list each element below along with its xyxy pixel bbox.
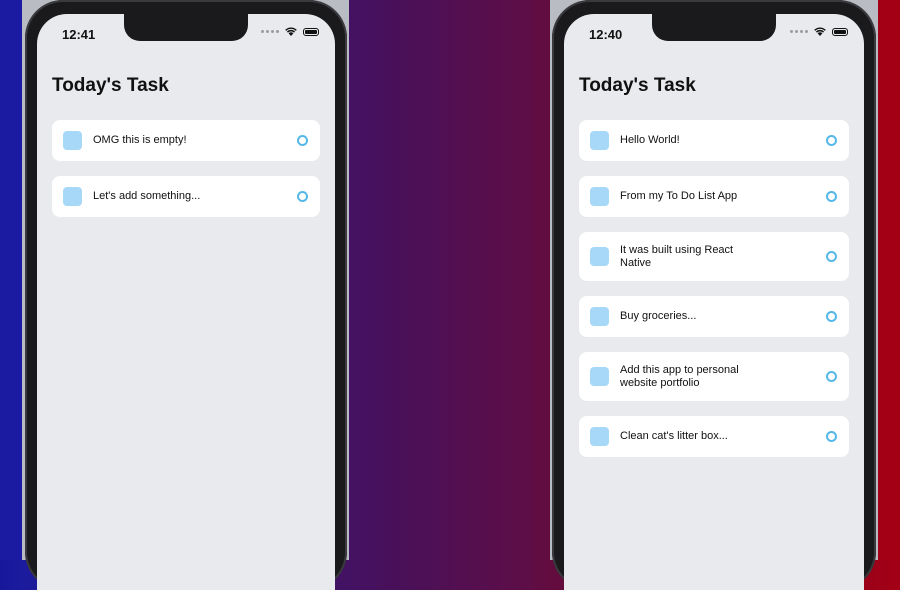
task-item[interactable]: From my To Do List App [579,176,849,217]
task-text: Add this app to personal website portfol… [620,363,739,389]
phone-frame-right: 12:40 Today's Task Hello World! From my … [552,0,876,590]
status-time: 12:41 [62,27,96,42]
task-text: From my To Do List App [620,190,738,202]
task-circle-icon[interactable] [826,371,837,382]
status-time: 12:40 [589,27,623,42]
task-circle-icon[interactable] [826,311,837,322]
phone-screen: 12:40 Today's Task Hello World! From my … [564,14,864,590]
task-item[interactable]: Buy groceries... [579,296,849,337]
wifi-icon [285,27,297,36]
background-strip-left [0,0,22,560]
task-circle-icon[interactable] [297,135,308,146]
phone-notch [124,14,248,41]
task-item[interactable]: Hello World! [579,120,849,161]
task-square-icon[interactable] [590,307,609,326]
task-square-icon[interactable] [63,131,82,150]
background-strip-right [878,0,900,560]
battery-icon [303,27,319,36]
task-square-icon[interactable] [63,187,82,206]
signal-icon [790,30,808,33]
task-circle-icon[interactable] [826,431,837,442]
task-text: It was built using React Native [620,243,734,269]
task-item[interactable]: Clean cat's litter box... [579,416,849,457]
task-item[interactable]: Let's add something... [52,176,320,217]
status-icons [790,27,848,36]
task-circle-icon[interactable] [826,191,837,202]
task-text: Let's add something... [93,190,201,202]
page-title: Today's Task [52,75,169,96]
task-list: Hello World! From my To Do List App It w… [579,120,849,472]
task-item[interactable]: It was built using React Native [579,232,849,281]
task-circle-icon[interactable] [297,191,308,202]
task-square-icon[interactable] [590,367,609,386]
signal-icon [261,30,279,33]
task-square-icon[interactable] [590,187,609,206]
task-circle-icon[interactable] [826,251,837,262]
phone-frame-left: 12:41 Today's Task OMG this is empty! Le… [25,0,347,590]
task-square-icon[interactable] [590,427,609,446]
task-text: OMG this is empty! [93,134,187,146]
task-list: OMG this is empty! Let's add something..… [52,120,320,232]
task-square-icon[interactable] [590,247,609,266]
wifi-icon [814,27,826,36]
phone-screen: 12:41 Today's Task OMG this is empty! Le… [37,14,335,590]
task-square-icon[interactable] [590,131,609,150]
page-title: Today's Task [579,75,696,96]
task-item[interactable]: Add this app to personal website portfol… [579,352,849,401]
status-icons [261,27,319,36]
task-item[interactable]: OMG this is empty! [52,120,320,161]
phone-notch [652,14,776,41]
task-text: Hello World! [620,134,680,146]
task-text: Clean cat's litter box... [620,430,728,442]
task-text: Buy groceries... [620,310,697,322]
battery-icon [832,27,848,36]
task-circle-icon[interactable] [826,135,837,146]
